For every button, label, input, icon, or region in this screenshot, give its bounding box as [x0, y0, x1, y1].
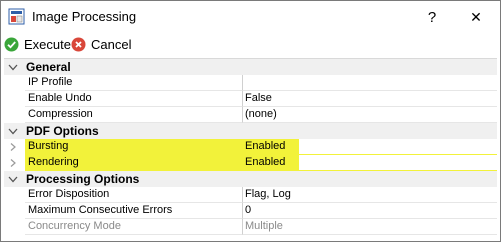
- execute-button[interactable]: Execute: [4, 35, 71, 53]
- window-title: Image Processing: [32, 9, 137, 24]
- category-label: PDF Options: [26, 124, 99, 138]
- property-value-field[interactable]: Multiple: [243, 219, 497, 235]
- property-value-field[interactable]: (none): [243, 107, 497, 123]
- image-processing-dialog: Image Processing ? ✕ Execute Cancel Gene…: [0, 0, 501, 242]
- property-value: Enabled: [245, 156, 286, 168]
- expand-chevron-icon[interactable]: [8, 158, 18, 168]
- property-value: False: [245, 92, 272, 104]
- property-value: Multiple: [245, 220, 283, 232]
- property-row-error-disposition[interactable]: Error Disposition Flag, Log: [4, 187, 497, 203]
- help-button[interactable]: ?: [410, 4, 454, 30]
- category-label: General: [26, 60, 71, 74]
- property-value-field[interactable]: Enabled: [243, 155, 497, 171]
- category-general[interactable]: General: [4, 59, 497, 75]
- property-name: IP Profile: [28, 76, 73, 88]
- execute-label: Execute: [24, 36, 71, 52]
- title-bar: Image Processing ? ✕: [1, 1, 500, 33]
- property-value: 0: [245, 204, 252, 216]
- category-pdf-options[interactable]: PDF Options: [4, 123, 497, 139]
- property-name: Bursting: [28, 140, 69, 152]
- property-row-rendering[interactable]: Rendering Enabled: [4, 155, 497, 171]
- property-row-ip-profile[interactable]: IP Profile: [4, 75, 497, 91]
- property-grid: General IP Profile Enable Undo False Com…: [4, 58, 497, 240]
- check-circle-icon: [4, 37, 19, 51]
- property-value-field[interactable]: Flag, Log: [243, 187, 497, 203]
- x-circle-icon: [71, 37, 86, 51]
- cancel-button[interactable]: Cancel: [71, 35, 131, 53]
- property-value-field[interactable]: False: [243, 91, 497, 107]
- cancel-label: Cancel: [91, 36, 132, 52]
- property-value: (none): [245, 108, 277, 120]
- property-row-maximum-consecutive-errors[interactable]: Maximum Consecutive Errors 0: [4, 203, 497, 219]
- property-value-field[interactable]: 0: [243, 203, 497, 219]
- property-name: Concurrency Mode: [28, 220, 121, 232]
- property-row-concurrency-mode[interactable]: Concurrency Mode Multiple: [4, 219, 497, 235]
- property-name: Compression: [28, 108, 93, 120]
- image-processing-icon: [8, 8, 25, 25]
- property-value: Flag, Log: [245, 188, 291, 200]
- category-processing-options[interactable]: Processing Options: [4, 171, 497, 187]
- property-value: Enabled: [245, 140, 286, 152]
- property-value-field[interactable]: [243, 75, 497, 91]
- property-name: Error Disposition: [28, 188, 110, 200]
- property-value-field[interactable]: Enabled: [243, 139, 497, 155]
- property-row-enable-undo[interactable]: Enable Undo False: [4, 91, 497, 107]
- property-name: Enable Undo: [28, 92, 92, 104]
- expand-chevron-icon[interactable]: [8, 142, 18, 152]
- collapse-arrow-icon[interactable]: [7, 125, 19, 137]
- property-name: Maximum Consecutive Errors: [28, 204, 173, 216]
- collapse-arrow-icon[interactable]: [7, 173, 19, 185]
- toolbar: Execute Cancel: [1, 33, 500, 55]
- category-label: Processing Options: [26, 172, 140, 186]
- close-button[interactable]: ✕: [454, 4, 498, 30]
- collapse-arrow-icon[interactable]: [7, 61, 19, 73]
- property-row-compression[interactable]: Compression (none): [4, 107, 497, 123]
- property-name: Rendering: [28, 156, 79, 168]
- property-row-bursting[interactable]: Bursting Enabled: [4, 139, 497, 155]
